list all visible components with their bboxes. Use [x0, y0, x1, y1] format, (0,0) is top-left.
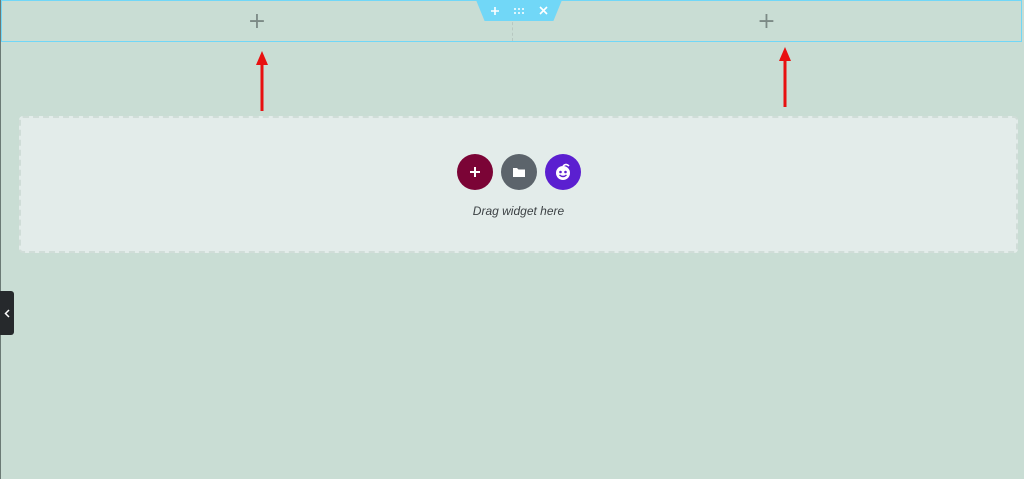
addon-library-button[interactable]	[544, 154, 581, 190]
chevron-left-icon	[4, 308, 10, 318]
add-template-button[interactable]	[500, 154, 537, 190]
plus-icon	[491, 6, 499, 15]
column-add-icon[interactable]: +	[757, 10, 775, 33]
annotation-arrow-left	[256, 51, 268, 111]
panel-toggle-button[interactable]	[0, 291, 14, 335]
delete-section-button[interactable]	[536, 4, 550, 18]
drag-section-button[interactable]	[512, 4, 526, 18]
drop-zone-label: Drag widget here	[472, 204, 565, 218]
editor-canvas: + + Drag widget here	[0, 0, 1024, 479]
column-right[interactable]: +	[512, 1, 1021, 41]
drag-handle-icon	[514, 7, 524, 14]
plus-icon	[469, 167, 480, 177]
add-section-button[interactable]	[488, 4, 502, 18]
close-icon	[538, 6, 548, 15]
canvas-left-border	[0, 0, 1, 479]
add-widget-button[interactable]	[456, 154, 493, 190]
annotation-arrow-right	[779, 47, 791, 107]
addon-logo-icon	[555, 163, 570, 180]
column-add-icon[interactable]: +	[248, 10, 266, 33]
column-left[interactable]: +	[2, 1, 513, 41]
section-handle	[476, 0, 562, 21]
folder-icon	[512, 168, 525, 177]
widget-drop-zone[interactable]: Drag widget here	[19, 116, 1018, 253]
drop-zone-actions	[21, 154, 1016, 190]
